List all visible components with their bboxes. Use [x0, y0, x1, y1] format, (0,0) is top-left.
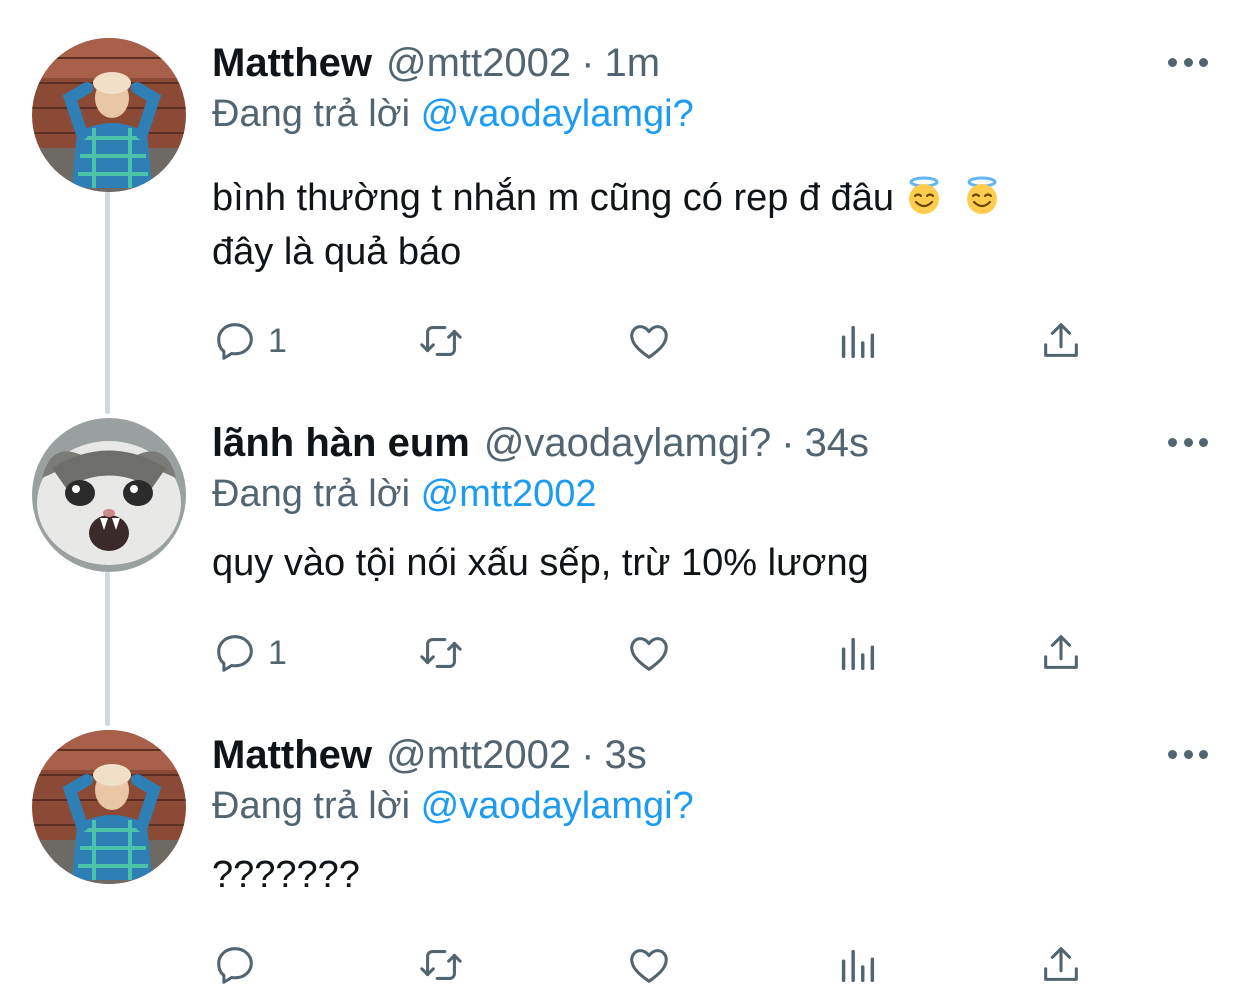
action-bar — [212, 940, 1092, 990]
replying-to: Đang trả lời @vaodaylamgi? — [212, 90, 694, 138]
tweet-text: ??????? — [212, 848, 1132, 902]
username[interactable]: @mtt2002 — [386, 730, 571, 780]
analytics-button[interactable] — [834, 316, 880, 366]
avatar[interactable] — [32, 730, 186, 884]
reply-count: 1 — [268, 321, 287, 360]
share-icon — [1038, 630, 1084, 676]
action-bar: 1 — [212, 628, 1092, 678]
replying-to: Đang trả lời @vaodaylamgi? — [212, 782, 694, 830]
tweet-text-line: bình thường t nhắn m cũng có rep đ đâu — [212, 177, 895, 219]
tweet[interactable]: Matthew @mtt2002 · 3s Đang trả lời @vaod… — [0, 730, 1242, 1000]
tweet-text-line: ??????? — [212, 854, 360, 896]
timestamp[interactable]: 3s — [604, 730, 646, 780]
smiling-face-with-halo-icon — [909, 176, 940, 214]
like-button[interactable] — [626, 940, 672, 990]
heart-icon — [626, 942, 672, 988]
like-button[interactable] — [626, 628, 672, 678]
tweet-text: bình thường t nhắn m cũng có rep đ đâu đ… — [212, 171, 1132, 279]
tweet-text-line: đây là quả báo — [212, 231, 462, 273]
retweet-button[interactable] — [418, 628, 464, 678]
heart-icon — [626, 318, 672, 364]
replying-prefix: Đang trả lời — [212, 93, 411, 135]
share-button[interactable] — [1038, 316, 1084, 366]
share-button[interactable] — [1038, 940, 1084, 990]
retweet-button[interactable] — [418, 940, 464, 990]
timestamp[interactable]: 34s — [805, 418, 870, 468]
analytics-button[interactable] — [834, 628, 880, 678]
tweet-header: Matthew @mtt2002 · 1m — [212, 38, 660, 88]
timestamp[interactable]: 1m — [604, 38, 660, 88]
avatar-photo-crying-cat — [32, 418, 186, 572]
stats-icon — [834, 942, 880, 988]
replying-prefix: Đang trả lời — [212, 473, 411, 515]
tweet[interactable]: Matthew @mtt2002 · 1m Đang trả lời @vaod… — [0, 38, 1242, 378]
smiling-face-with-halo-icon — [967, 176, 998, 214]
action-bar: 1 — [212, 316, 1092, 366]
more-options-icon[interactable] — [1168, 50, 1208, 74]
reply-icon — [212, 318, 258, 364]
separator: · — [581, 41, 595, 85]
reply-icon — [212, 942, 258, 988]
share-icon — [1038, 318, 1084, 364]
reply-mention-link[interactable]: @vaodaylamgi? — [421, 93, 694, 135]
stats-icon — [834, 318, 880, 364]
like-button[interactable] — [626, 316, 672, 366]
tweet-text: quy vào tội nói xấu sếp, trừ 10% lương — [212, 536, 1132, 590]
username[interactable]: @mtt2002 — [386, 38, 571, 88]
tweet-text-line: quy vào tội nói xấu sếp, trừ 10% lương — [212, 542, 869, 584]
reply-mention-link[interactable]: @vaodaylamgi? — [421, 785, 694, 827]
retweet-icon — [418, 942, 464, 988]
share-icon — [1038, 942, 1084, 988]
heart-icon — [626, 630, 672, 676]
retweet-icon — [418, 630, 464, 676]
display-name[interactable]: Matthew — [212, 730, 372, 780]
username[interactable]: @vaodaylamgi? — [484, 418, 771, 468]
reply-button[interactable] — [212, 940, 268, 990]
separator: · — [581, 733, 595, 777]
retweet-button[interactable] — [418, 316, 464, 366]
separator: · — [781, 421, 795, 465]
tweet[interactable]: lãnh hàn eum @vaodaylamgi? · 34s Đang tr… — [0, 418, 1242, 708]
display-name[interactable]: Matthew — [212, 38, 372, 88]
replying-prefix: Đang trả lời — [212, 785, 411, 827]
share-button[interactable] — [1038, 628, 1084, 678]
tweet-header: Matthew @mtt2002 · 3s — [212, 730, 647, 780]
avatar[interactable] — [32, 38, 186, 192]
reply-button[interactable]: 1 — [212, 628, 287, 678]
replying-to: Đang trả lời @mtt2002 — [212, 470, 597, 518]
reply-count: 1 — [268, 633, 287, 672]
stats-icon — [834, 630, 880, 676]
display-name[interactable]: lãnh hàn eum — [212, 418, 470, 468]
avatar[interactable] — [32, 418, 186, 572]
retweet-icon — [418, 318, 464, 364]
tweet-header: lãnh hàn eum @vaodaylamgi? · 34s — [212, 418, 869, 468]
avatar-photo-person — [32, 730, 186, 884]
reply-mention-link[interactable]: @mtt2002 — [421, 473, 597, 515]
more-options-icon[interactable] — [1168, 430, 1208, 454]
more-options-icon[interactable] — [1168, 742, 1208, 766]
avatar-photo-person — [32, 38, 186, 192]
analytics-button[interactable] — [834, 940, 880, 990]
reply-button[interactable]: 1 — [212, 316, 287, 366]
reply-icon — [212, 630, 258, 676]
